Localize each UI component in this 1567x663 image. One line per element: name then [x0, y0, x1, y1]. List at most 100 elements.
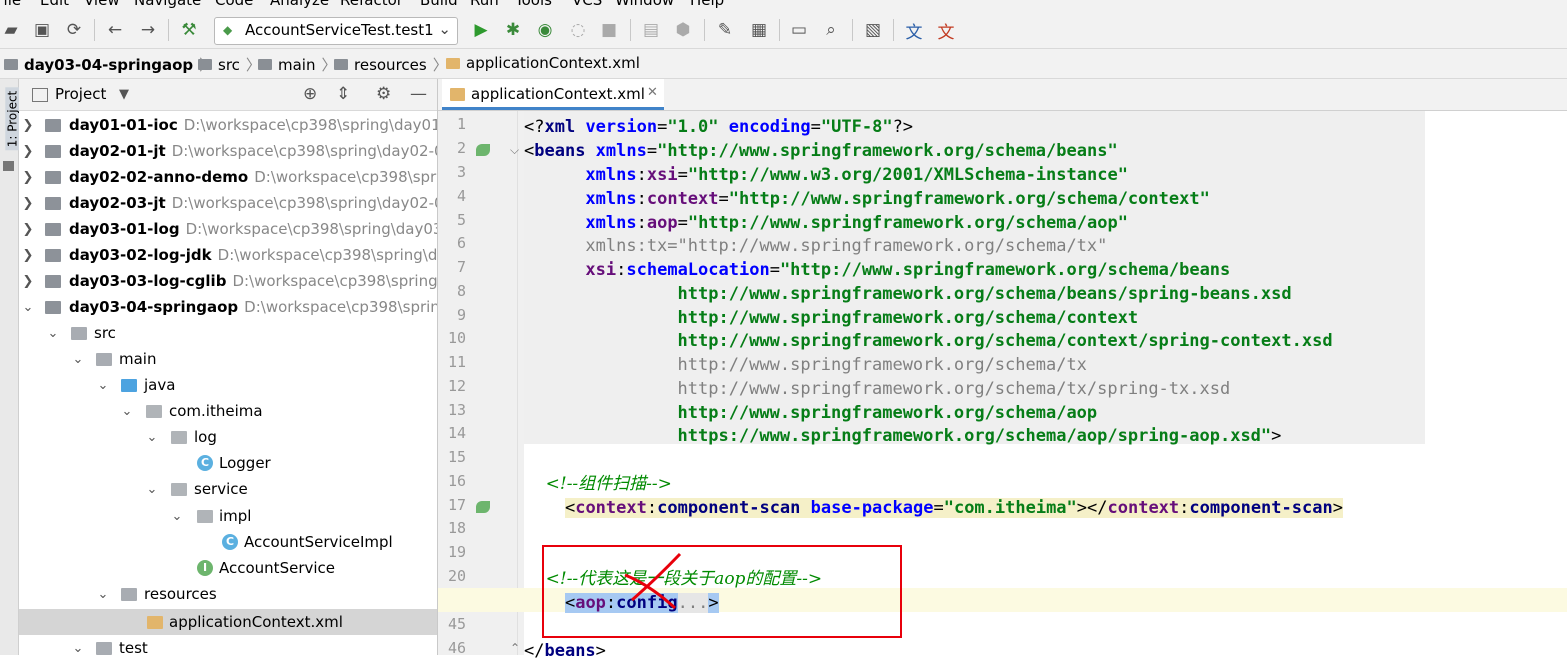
tree-item[interactable]: ⌄ resources: [19, 581, 437, 607]
save-icon[interactable]: ▣: [31, 19, 53, 41]
translate-alt-icon[interactable]: 文: [935, 19, 957, 43]
run-icon[interactable]: ▶: [470, 19, 492, 41]
tree-item-label: resources: [144, 585, 217, 603]
search-icon[interactable]: ⌕: [820, 19, 842, 41]
xml-file-icon: [446, 57, 460, 69]
chevron-right-icon[interactable]: ❯: [21, 118, 35, 133]
chevron-down-icon[interactable]: ▼: [119, 87, 129, 102]
project-view-select[interactable]: Project: [55, 85, 106, 103]
chevron-down-icon[interactable]: ⌄: [120, 404, 134, 419]
breadcrumb-main[interactable]: main 〉: [258, 54, 337, 75]
back-icon[interactable]: ←: [104, 19, 126, 41]
sync-icon[interactable]: ⟳: [63, 19, 85, 41]
profile-icon[interactable]: ◌: [567, 19, 589, 41]
settings-wrench-icon[interactable]: ✎: [714, 19, 736, 41]
chevron-down-icon[interactable]: ⌄: [145, 482, 159, 497]
stop-icon[interactable]: ■: [598, 19, 620, 41]
tree-item[interactable]: ⌄ log: [19, 424, 437, 450]
menu-refactor[interactable]: Refactor: [340, 0, 403, 9]
chevron-right-icon[interactable]: ❯: [21, 274, 35, 289]
structure-icon[interactable]: [3, 161, 14, 171]
chevron-right-icon[interactable]: ❯: [21, 144, 35, 159]
run-configuration-select[interactable]: ◆ AccountServiceTest.test1 ⌄: [214, 17, 458, 45]
tree-item[interactable]: ⌄ test: [19, 635, 437, 655]
tree-item-path: D:\workspace\cp398\sprin: [254, 168, 437, 186]
menu-code[interactable]: Code: [215, 0, 253, 9]
menu-view[interactable]: View: [84, 0, 120, 9]
breadcrumb-module[interactable]: day03-04-springaop 〉: [4, 54, 214, 75]
translate-icon[interactable]: 文: [903, 19, 925, 43]
menu-help[interactable]: Help: [690, 0, 724, 9]
tree-item[interactable]: I AccountService: [19, 555, 437, 581]
collapse-all-icon[interactable]: ⇕: [336, 84, 350, 104]
tab-applicationcontext-xml[interactable]: applicationContext.xml ✕: [442, 79, 664, 110]
menu-navigate[interactable]: Navigate: [134, 0, 201, 9]
tree-item[interactable]: ⌄ main: [19, 346, 437, 372]
chevron-down-icon[interactable]: ⌄: [170, 509, 184, 524]
debug-bug-icon[interactable]: ✱: [502, 19, 524, 41]
menu-bar: File Edit View Navigate Code Analyze Ref…: [0, 0, 1567, 11]
update-icon[interactable]: ▤: [640, 19, 662, 41]
code-line: xmlns:tx="http://www.springframework.org…: [524, 236, 1108, 256]
terminal-icon[interactable]: ▭: [788, 19, 810, 41]
locate-target-icon[interactable]: ⊕: [303, 84, 317, 104]
chevron-down-icon[interactable]: ⌄: [96, 587, 110, 602]
tree-item[interactable]: ❯ day03-02-log-jdk D:\workspace\cp398\spr…: [19, 242, 437, 268]
tree-item-label: test: [119, 639, 148, 655]
gear-icon[interactable]: ⚙: [376, 84, 391, 104]
chevron-down-icon[interactable]: ⌄: [46, 326, 60, 341]
forward-icon[interactable]: →: [137, 19, 159, 41]
tasks-icon[interactable]: ▧: [862, 19, 884, 41]
menu-vcs[interactable]: VCS: [572, 0, 602, 9]
tree-item[interactable]: ⌄ service: [19, 476, 437, 502]
breadcrumb-file[interactable]: applicationContext.xml: [446, 54, 640, 72]
chevron-right-icon[interactable]: ❯: [21, 222, 35, 237]
chevron-down-icon[interactable]: ⌄: [21, 300, 35, 315]
menu-edit[interactable]: Edit: [40, 0, 69, 9]
tree-item[interactable]: ⌄ src: [19, 320, 437, 346]
spring-bean-icon[interactable]: [476, 144, 490, 156]
run-coverage-icon[interactable]: ◉: [534, 19, 556, 41]
spring-scan-icon[interactable]: [476, 501, 490, 513]
tree-item[interactable]: ❯ day01-01-ioc D:\workspace\cp398\spring\…: [19, 112, 437, 138]
code-line: http://www.springframework.org/schema/tx: [524, 355, 1087, 375]
tree-item[interactable]: ⌄ day03-04-springaop D:\workspace\cp398\s…: [19, 294, 437, 320]
menu-file[interactable]: File: [0, 0, 21, 9]
menu-tools[interactable]: Tools: [515, 0, 552, 9]
chevron-down-icon[interactable]: ⌄: [96, 378, 110, 393]
commit-icon[interactable]: ⬢: [672, 19, 694, 41]
breadcrumb-resources[interactable]: resources 〉: [334, 54, 448, 75]
tree-item[interactable]: C AccountServiceImpl: [19, 529, 437, 555]
project-structure-icon[interactable]: ▦: [748, 19, 770, 41]
chevron-right-icon[interactable]: ❯: [21, 196, 35, 211]
line-number: 14: [447, 424, 466, 442]
annotation-red-box: [542, 545, 902, 638]
fold-marker-icon[interactable]: ⌃: [510, 641, 520, 655]
open-folder-icon[interactable]: ▰: [0, 19, 22, 41]
chevron-right-icon[interactable]: ❯: [21, 170, 35, 185]
tree-item[interactable]: ⌄ java: [19, 372, 437, 398]
tree-item[interactable]: ❯ day02-02-anno-demo D:\workspace\cp398\s…: [19, 164, 437, 190]
menu-analyze[interactable]: Analyze: [270, 0, 329, 9]
chevron-down-icon[interactable]: ⌄: [71, 352, 85, 367]
tree-item[interactable]: applicationContext.xml: [19, 609, 437, 635]
tree-item[interactable]: ⌄ impl: [19, 503, 437, 529]
breadcrumb-src[interactable]: src 〉: [198, 54, 261, 75]
menu-window[interactable]: Window: [615, 0, 674, 9]
menu-run[interactable]: Run: [470, 0, 499, 9]
minimize-icon[interactable]: —: [410, 84, 427, 104]
tree-item[interactable]: ❯ day02-01-jt D:\workspace\cp398\spring\d…: [19, 138, 437, 164]
tree-item[interactable]: ⌄ com.itheima: [19, 398, 437, 424]
chevron-down-icon[interactable]: ⌄: [145, 430, 159, 445]
chevron-right-icon[interactable]: ❯: [21, 248, 35, 263]
tree-item[interactable]: ❯ day02-03-jt D:\workspace\cp398\spring\d…: [19, 190, 437, 216]
tree-item[interactable]: ❯ day03-01-log D:\workspace\cp398\spring\…: [19, 216, 437, 242]
close-icon[interactable]: ✕: [647, 85, 658, 100]
menu-build[interactable]: Build: [420, 0, 458, 9]
fold-marker-icon[interactable]: ⌵: [510, 143, 519, 158]
build-hammer-icon[interactable]: ⚒: [178, 19, 200, 41]
tree-item[interactable]: ❯ day03-03-log-cglib D:\workspace\cp398\s…: [19, 268, 437, 294]
tree-item[interactable]: C Logger: [19, 450, 437, 476]
project-tool-button[interactable]: 1: Project: [5, 87, 20, 151]
chevron-down-icon[interactable]: ⌄: [71, 641, 85, 656]
